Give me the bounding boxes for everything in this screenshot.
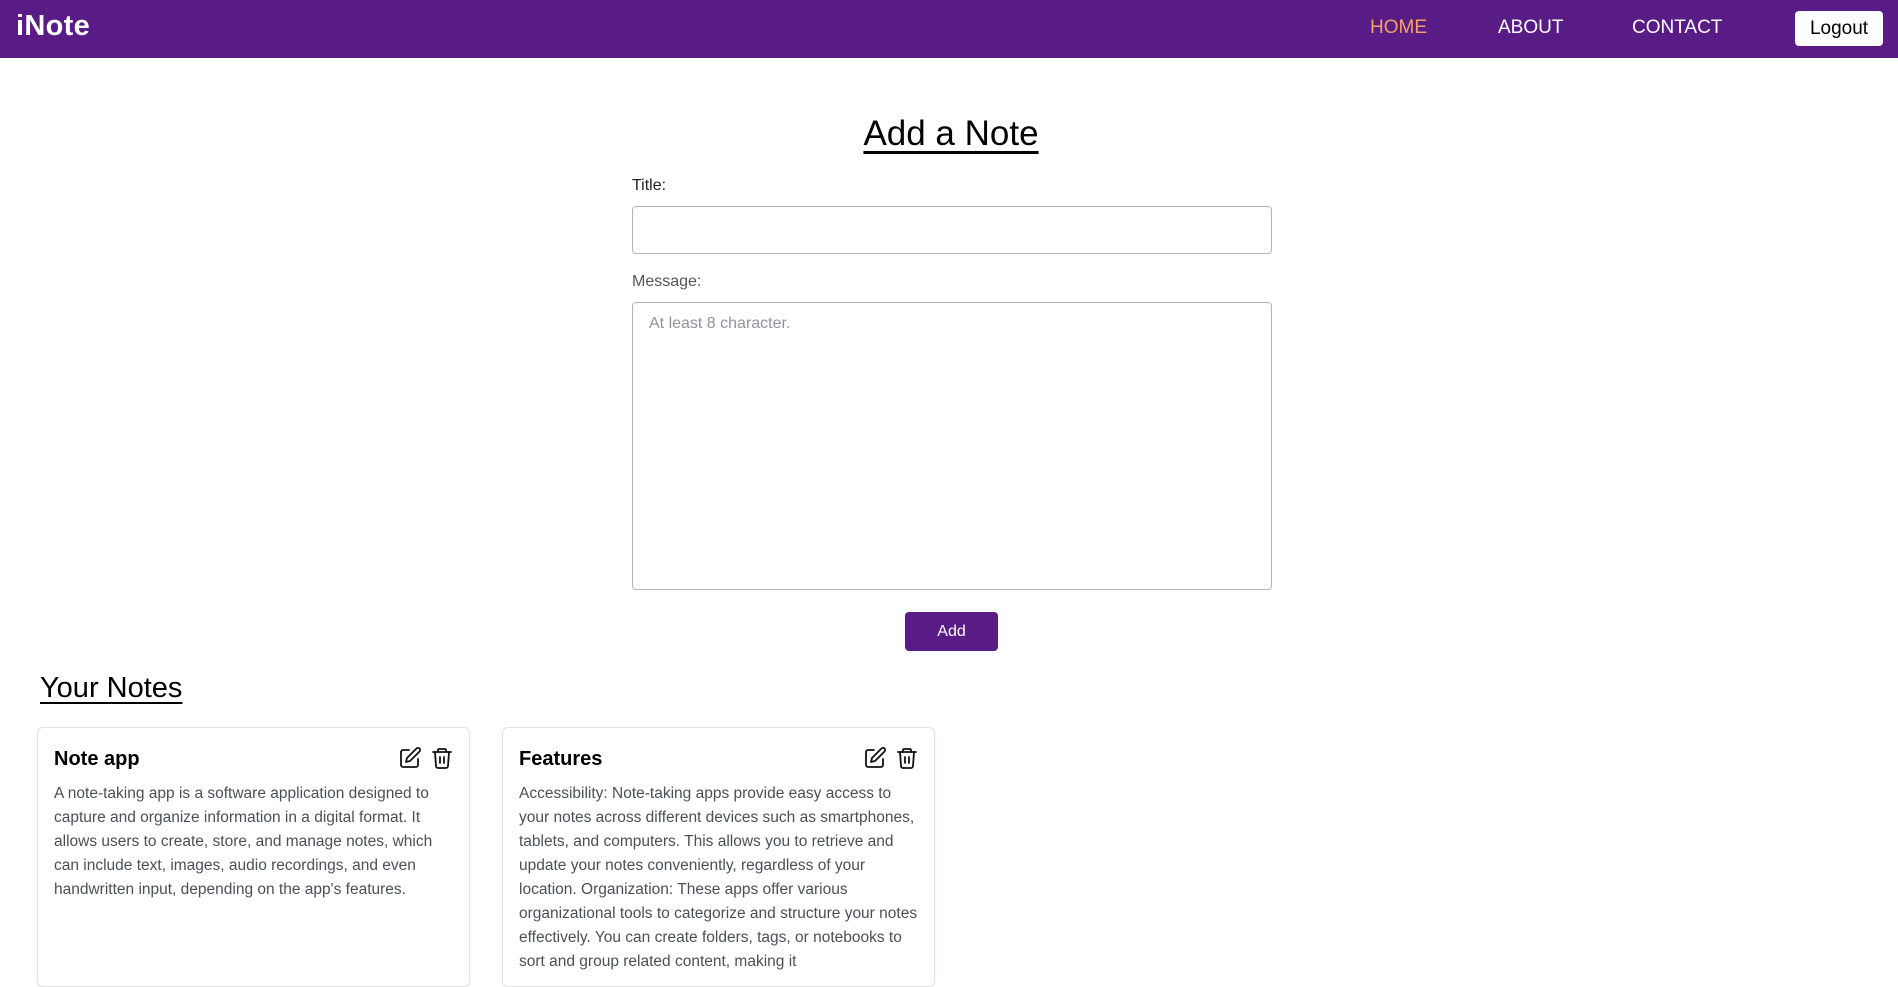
- trash-icon[interactable]: [895, 746, 919, 770]
- edit-icon[interactable]: [398, 746, 422, 770]
- add-note-heading: Add a Note: [863, 114, 1039, 153]
- title-label: Title:: [632, 177, 667, 194]
- note-body: Accessibility: Note-taking apps provide …: [519, 785, 918, 970]
- nav-link-home[interactable]: HOME: [1370, 17, 1427, 39]
- message-input[interactable]: [632, 302, 1272, 590]
- edit-icon[interactable]: [863, 746, 887, 770]
- navbar: iNote HOME ABOUT CONTACT Logout: [0, 0, 1898, 58]
- title-input[interactable]: [632, 206, 1272, 254]
- message-label: Message:: [632, 273, 702, 290]
- nav-link-about[interactable]: ABOUT: [1498, 17, 1563, 39]
- your-notes-heading: Your Notes: [40, 672, 183, 704]
- note-card: Note app A note-taking app is a software…: [37, 727, 470, 987]
- add-note-button[interactable]: Add: [905, 612, 998, 651]
- note-body: A note-taking app is a software applicat…: [54, 785, 433, 898]
- note-title: Note app: [54, 748, 140, 770]
- trash-icon[interactable]: [430, 746, 454, 770]
- brand-logo[interactable]: iNote: [16, 10, 90, 43]
- logout-button[interactable]: Logout: [1795, 11, 1883, 46]
- note-card: Features Accessibility: Note-taking apps…: [502, 727, 935, 987]
- note-title: Features: [519, 748, 603, 770]
- nav-link-contact[interactable]: CONTACT: [1632, 17, 1722, 39]
